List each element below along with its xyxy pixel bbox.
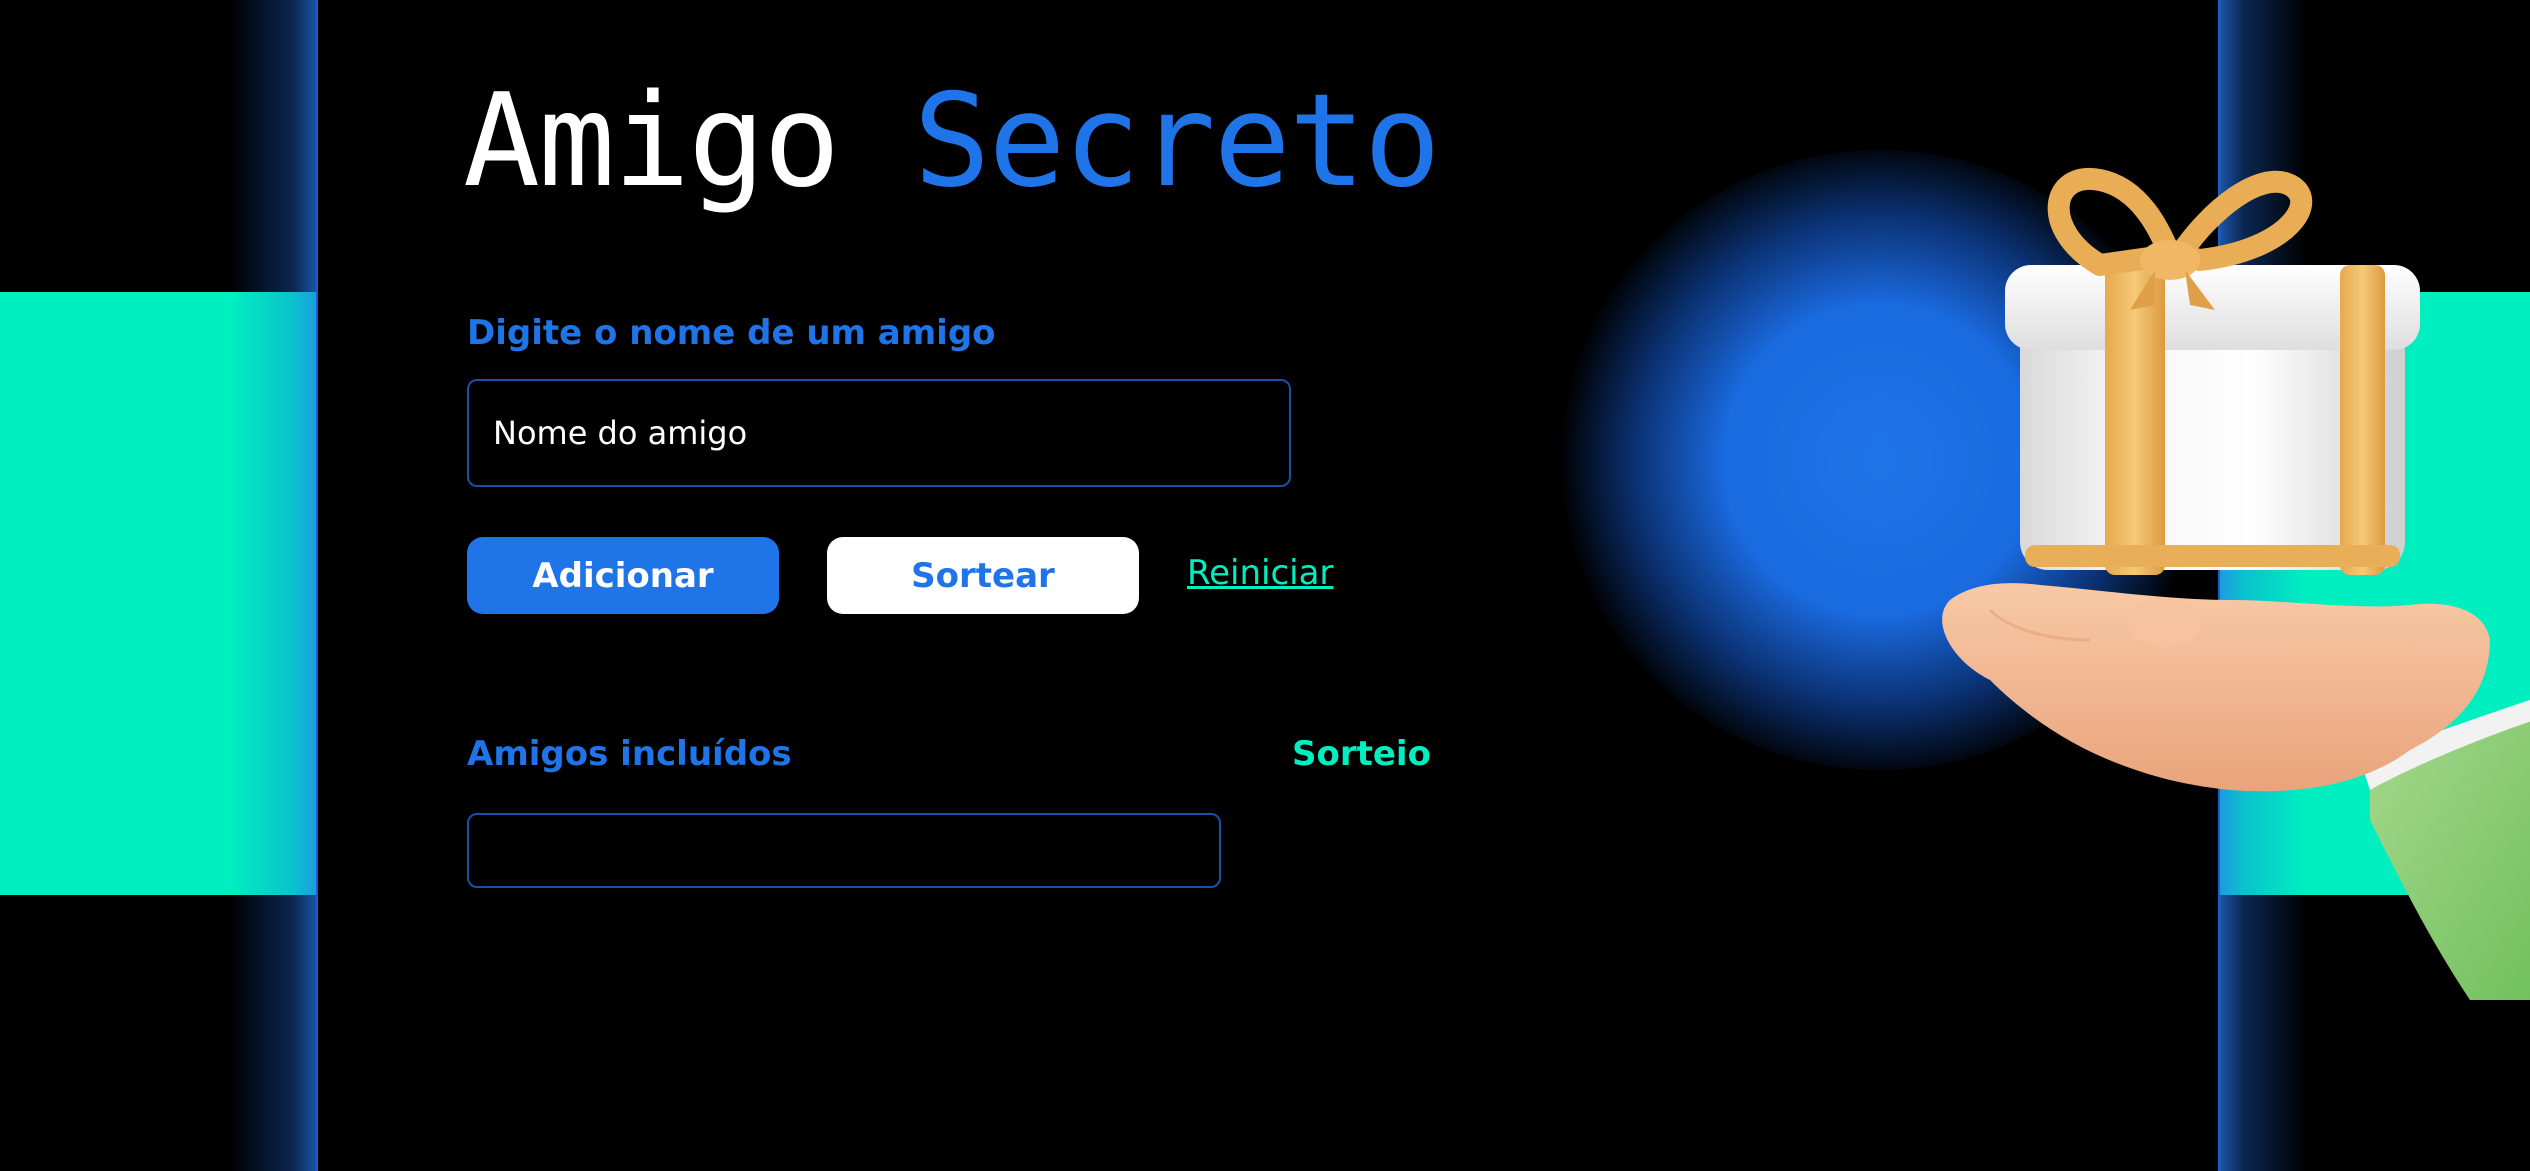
title-part-2: Secreto [913, 67, 1440, 216]
draw-button[interactable]: Sortear [827, 537, 1139, 614]
gift-in-hand-icon [1930, 160, 2530, 1000]
page-title: Amigo Secreto [463, 72, 1441, 212]
friends-list [467, 813, 1221, 888]
left-panel-glow [230, 0, 320, 1171]
friends-list-label: Amigos incluídos [467, 734, 792, 774]
page: Amigo Secreto Digite o nome de um amigo … [0, 0, 2530, 1171]
title-part-1: Amigo [463, 67, 840, 216]
draw-result-label: Sorteio [1292, 734, 1431, 774]
left-panel-border [316, 0, 318, 1171]
reset-link[interactable]: Reiniciar [1187, 553, 1333, 593]
add-button[interactable]: Adicionar [467, 537, 779, 614]
friend-name-input[interactable] [467, 379, 1291, 487]
friend-name-label: Digite o nome de um amigo [467, 313, 996, 353]
gift-in-hand-illustration [1942, 167, 2530, 1000]
